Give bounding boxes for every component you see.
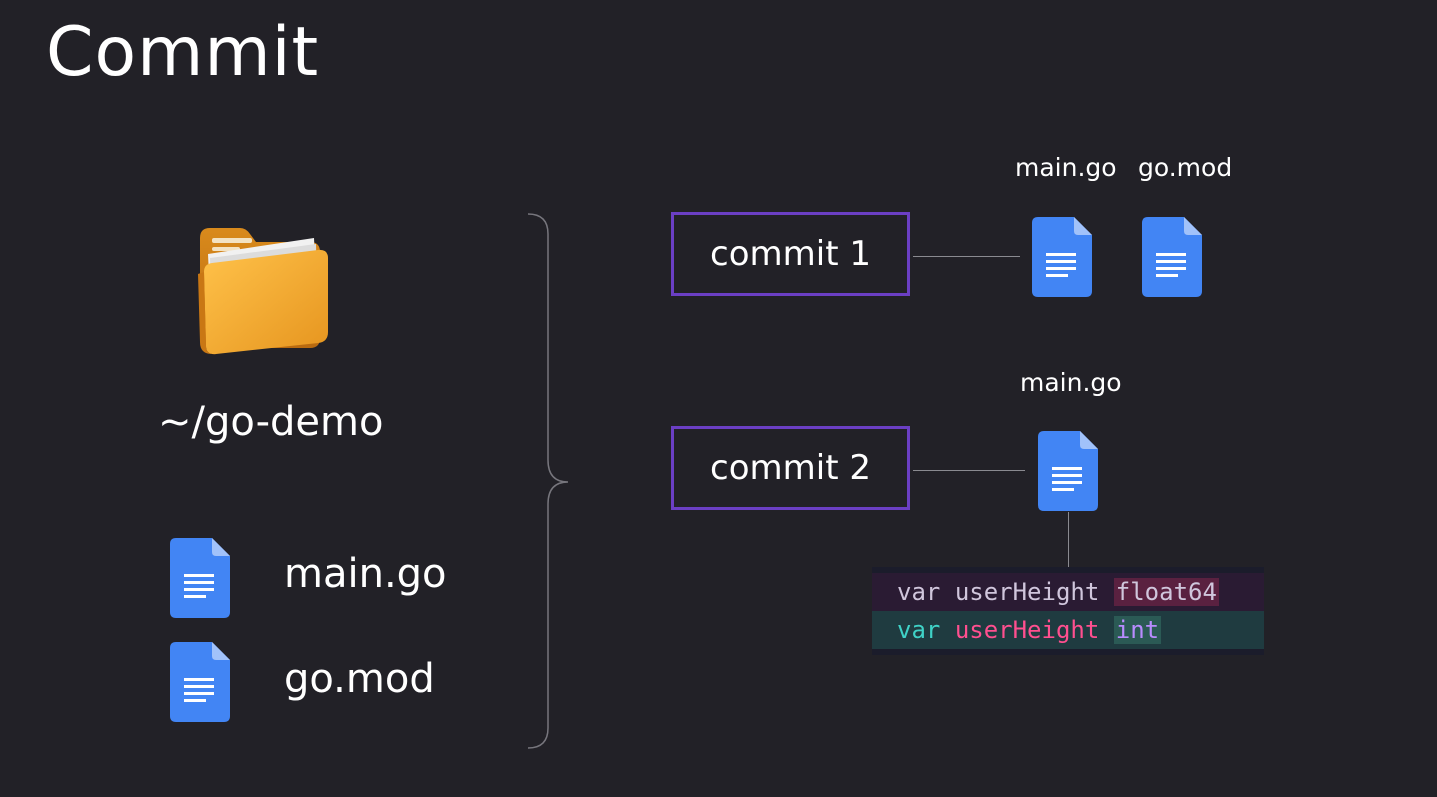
- document-icon: [170, 642, 230, 722]
- commit-2-connector: [913, 470, 1025, 471]
- diff-line-removed: var userHeight float64: [872, 573, 1264, 611]
- left-file-label-mod: go.mod: [284, 656, 435, 702]
- commit-label-1: commit 1: [710, 234, 871, 274]
- code-diff: var userHeight float64 var userHeight in…: [872, 567, 1264, 655]
- folder-label: ~/go-demo: [158, 399, 384, 445]
- removed-keyword: var: [897, 578, 941, 606]
- commit-box-2: commit 2: [671, 426, 910, 510]
- commit-label-2: commit 2: [710, 448, 871, 488]
- commit-1-file-label-main: main.go: [1015, 153, 1117, 182]
- diff-connector: [1068, 512, 1069, 568]
- commit-1-connector: [913, 256, 1020, 257]
- document-icon: [1142, 217, 1202, 297]
- added-keyword: var: [897, 616, 941, 644]
- commit-2-file-label-main: main.go: [1020, 368, 1122, 397]
- folder-icon: [190, 220, 335, 360]
- added-identifier: userHeight: [954, 616, 1100, 644]
- slide-title: Commit: [46, 13, 320, 92]
- document-icon: [1032, 217, 1092, 297]
- document-icon: [1038, 431, 1098, 511]
- removed-identifier: userHeight: [954, 578, 1100, 606]
- commit-1-file-label-mod: go.mod: [1138, 153, 1233, 182]
- document-icon: [170, 538, 230, 618]
- removed-type: float64: [1113, 578, 1219, 606]
- brace-connector: [520, 210, 580, 755]
- diff-line-added: var userHeight int: [872, 611, 1264, 649]
- added-type: int: [1113, 616, 1162, 644]
- commit-box-1: commit 1: [671, 212, 910, 296]
- left-file-label-main: main.go: [284, 551, 447, 597]
